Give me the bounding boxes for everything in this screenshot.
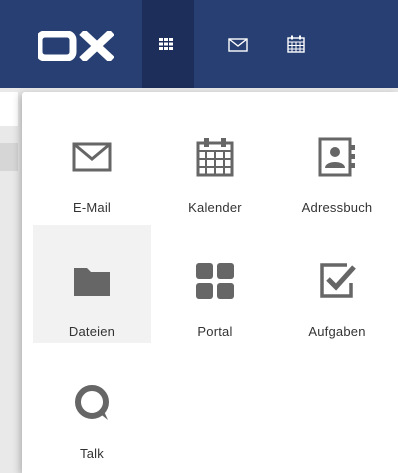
app-launcher-dropdown: E-Mail Kalender Adressbuch Dateien Porta… xyxy=(22,92,398,473)
app-label: Aufgaben xyxy=(308,324,366,339)
app-tile-calendar[interactable]: Kalender xyxy=(156,101,274,219)
top-bar xyxy=(0,0,398,88)
app-tile-tasks[interactable]: Aufgaben xyxy=(278,225,396,343)
app-tile-address-book[interactable]: Adressbuch xyxy=(278,101,396,219)
app-label: Adressbuch xyxy=(301,200,373,215)
grid-icon xyxy=(159,38,173,50)
background-content xyxy=(0,143,18,171)
app-label: Dateien xyxy=(68,324,116,339)
topbar-mail-icon[interactable] xyxy=(228,38,248,52)
mail-icon xyxy=(72,142,112,172)
app-label: Kalender xyxy=(188,200,242,215)
address-book-icon xyxy=(318,137,355,177)
background-content xyxy=(0,92,18,126)
app-tile-mail[interactable]: E-Mail xyxy=(33,101,151,219)
ox-logo[interactable] xyxy=(38,31,114,61)
folder-icon xyxy=(74,268,110,296)
calendar-icon xyxy=(196,138,234,177)
app-tile-files[interactable]: Dateien xyxy=(33,225,151,343)
app-label: Talk xyxy=(80,446,104,461)
app-label: E-Mail xyxy=(72,200,112,215)
app-launcher-button[interactable] xyxy=(142,0,194,88)
app-tile-portal[interactable]: Portal xyxy=(156,225,274,343)
app-tile-talk[interactable]: Talk xyxy=(33,347,151,465)
tasks-check-icon xyxy=(320,263,356,298)
topbar-calendar-icon[interactable] xyxy=(287,35,305,53)
talk-icon xyxy=(75,385,109,420)
app-label: Portal xyxy=(197,324,233,339)
portal-tiles-icon xyxy=(196,263,234,299)
